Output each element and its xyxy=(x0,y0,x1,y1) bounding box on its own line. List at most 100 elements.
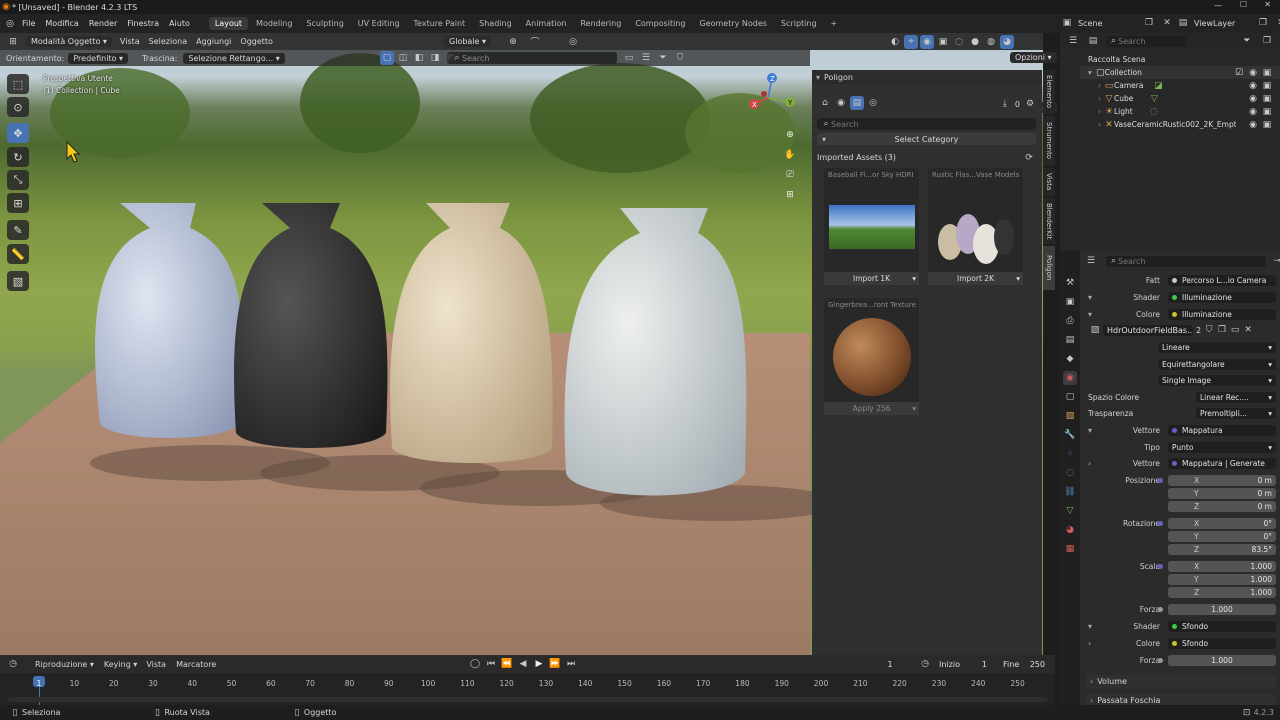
keying-menu[interactable]: Keying ▾ xyxy=(99,659,142,670)
vettore2-field[interactable]: Mappatura | Generate xyxy=(1168,457,1276,469)
current-frame-field[interactable]: 1 xyxy=(866,658,914,670)
alpha-dropdown[interactable]: Premoltipli... ▾ xyxy=(1196,407,1276,419)
modifier-tab-icon[interactable]: 🔧 xyxy=(1063,428,1077,442)
fatt-field[interactable]: Percorso L...io Camera xyxy=(1168,274,1276,286)
texture-tab-icon[interactable]: ▦ xyxy=(1063,542,1077,556)
download-icon[interactable]: ⤓ xyxy=(998,97,1012,111)
snap-icon[interactable]: ⌒ xyxy=(528,35,542,49)
cube-visibility-icon[interactable]: ◉ xyxy=(1246,92,1260,106)
asset-card[interactable]: Rustic Flas...Vase Models Import 2K ▾ xyxy=(928,168,1023,285)
outliner-filter-icon[interactable]: ⏷ xyxy=(1240,34,1254,48)
scale-tool[interactable]: ⤡ xyxy=(7,170,29,190)
asset-card[interactable]: Gingerbrea...ront Texture Apply 256 ▾ xyxy=(824,298,919,415)
timeline-scrollbar[interactable] xyxy=(8,697,1048,702)
rotate-tool[interactable]: ↻ xyxy=(7,147,29,167)
render-tab-icon[interactable]: ▣ xyxy=(1063,295,1077,309)
position-y-field[interactable]: Y0 m xyxy=(1168,487,1276,499)
panel-search-input[interactable]: ⌕ Search xyxy=(817,118,1036,130)
clock-icon[interactable]: ◷ xyxy=(918,657,932,671)
filter-icon[interactable]: ⏷ xyxy=(656,51,670,65)
record-icon[interactable]: ◯ xyxy=(468,657,482,671)
playback-menu[interactable]: Riproduzione ▾ xyxy=(30,659,99,670)
rotation-x-field[interactable]: X 0° xyxy=(1168,517,1276,529)
timeline-editor-icon[interactable]: ◷ xyxy=(6,657,20,671)
refresh-icon[interactable]: ⟳ xyxy=(1022,151,1036,165)
object-tab-icon[interactable]: ▧ xyxy=(1063,409,1077,423)
collection-render-icon[interactable]: ▣ xyxy=(1260,66,1274,80)
next-keyframe-icon[interactable]: ⏩ xyxy=(548,657,562,671)
viewport-options-button[interactable]: Opzioni ▾ xyxy=(1010,52,1057,63)
material-tab-icon[interactable]: ◕ xyxy=(1063,523,1077,537)
models-icon[interactable]: ◉ xyxy=(834,96,848,110)
shader-field[interactable]: Illuminazione xyxy=(1168,291,1276,303)
xray-icon[interactable]: ▣ xyxy=(936,35,950,49)
start-frame-field[interactable]: Inizio 1 xyxy=(934,658,992,670)
pin-icon[interactable]: ⊸ xyxy=(1270,254,1280,268)
outliner-search-input[interactable]: ⌕ Search xyxy=(1106,35,1186,47)
tab-compositing[interactable]: Compositing xyxy=(629,17,691,30)
measure-tool[interactable]: 📏 xyxy=(7,244,29,264)
tab-shading[interactable]: Shading xyxy=(473,17,518,30)
editor-type-icon[interactable]: ⊞ xyxy=(6,35,20,49)
tab-sculpting[interactable]: Sculpting xyxy=(300,17,349,30)
tab-poligon[interactable]: Poligon xyxy=(1043,246,1055,290)
tab-animation[interactable]: Animation xyxy=(520,17,573,30)
duplicate-image-icon[interactable]: ❐ xyxy=(1217,323,1227,337)
home-icon[interactable]: ⌂ xyxy=(818,96,832,110)
rendered-shading-icon[interactable]: ◕ xyxy=(1000,34,1014,49)
proportional-edit-icon[interactable]: ◎ xyxy=(566,35,580,49)
menu-window[interactable]: Finestra xyxy=(122,19,164,28)
vase-render-icon[interactable]: ▣ xyxy=(1260,118,1274,132)
orientation-dropdown[interactable]: Predefinito ▾ xyxy=(68,52,129,64)
projection-dropdown[interactable]: Equirettangolare ▾ xyxy=(1158,358,1276,370)
outliner-type-icon[interactable]: ☰ xyxy=(1066,34,1080,48)
mode-dropdown[interactable]: Modalità Oggetto ▾ xyxy=(26,36,112,47)
play-icon[interactable]: ▶ xyxy=(532,657,546,671)
display-mode-icon[interactable]: ▤ xyxy=(1086,34,1100,48)
gizmo-toggle-icon[interactable]: ⌖ xyxy=(904,34,918,49)
tab-modeling[interactable]: Modeling xyxy=(250,17,298,30)
add-cube-tool[interactable]: ▧ xyxy=(7,271,29,291)
tipo-dropdown[interactable]: Punto ▾ xyxy=(1168,441,1276,453)
zoom-icon[interactable]: ⊕ xyxy=(783,128,797,142)
prev-keyframe-icon[interactable]: ⏪ xyxy=(500,657,514,671)
new-collection-icon[interactable]: ❐ xyxy=(1260,34,1274,48)
collection-visibility-icon[interactable]: ◉ xyxy=(1246,66,1260,80)
collection-tab-icon[interactable]: ▢ xyxy=(1063,390,1077,404)
pivot-icon[interactable]: ⊕ xyxy=(506,35,520,49)
colore2-field[interactable]: Sfondo xyxy=(1168,637,1276,649)
tab-layout[interactable]: Layout xyxy=(208,17,249,30)
import-options-chevron-icon[interactable]: ▾ xyxy=(1016,274,1020,283)
menu-help[interactable]: Aiuto xyxy=(164,19,195,28)
volume-panel-header[interactable]: › Volume xyxy=(1086,675,1276,688)
scene-tab-icon[interactable]: ◆ xyxy=(1063,352,1077,366)
asset-search-input[interactable]: ⌕ Search xyxy=(447,52,617,64)
camera-render-icon[interactable]: ▣ xyxy=(1260,79,1274,93)
tab-geometry-nodes[interactable]: Geometry Nodes xyxy=(693,17,772,30)
delete-scene-icon[interactable]: ✕ xyxy=(1160,16,1174,30)
scale-y-field[interactable]: Y 1.000 xyxy=(1168,573,1276,585)
menu-object[interactable]: Oggetto xyxy=(240,37,273,46)
world-tab-icon[interactable]: ◉ xyxy=(1063,371,1077,385)
folder-icon[interactable]: ▭ xyxy=(622,51,636,65)
shield-icon[interactable]: ⛉ xyxy=(673,51,687,65)
tab-item[interactable]: Elemento xyxy=(1043,70,1055,114)
constraints-tab-icon[interactable]: ⛓ xyxy=(1063,485,1077,499)
properties-search-input[interactable]: ⌕ Search xyxy=(1106,255,1266,267)
transform-tool[interactable]: ⊞ xyxy=(7,193,29,213)
add-workspace-icon[interactable]: + xyxy=(825,17,844,30)
maximize-button[interactable]: ☐ xyxy=(1240,0,1247,9)
menu-view[interactable]: Vista xyxy=(120,37,140,46)
panel-header[interactable]: ▾ Poligon xyxy=(812,70,1042,84)
tab-view[interactable]: Vista xyxy=(1043,168,1055,196)
tab-uv-editing[interactable]: UV Editing xyxy=(352,17,406,30)
tree-row-camera[interactable]: › ▭ Camera ◪ ◉ ▣ xyxy=(1088,79,1280,92)
scale-x-field[interactable]: X 1.000 xyxy=(1168,560,1276,572)
material-shading-icon[interactable]: ◍ xyxy=(984,35,998,49)
list-view-icon[interactable]: ☰ xyxy=(639,51,653,65)
timeline-track[interactable]: 1 10 20 30 40 50 60 70 80 90 100 110 120 130 140 150 160… xyxy=(0,673,1055,705)
select-subtract-icon[interactable]: ◧ xyxy=(412,51,426,65)
pan-hand-icon[interactable]: ✋ xyxy=(783,148,797,162)
menu-select[interactable]: Seleziona xyxy=(149,37,187,46)
vettore-field[interactable]: Mappatura xyxy=(1168,424,1276,436)
